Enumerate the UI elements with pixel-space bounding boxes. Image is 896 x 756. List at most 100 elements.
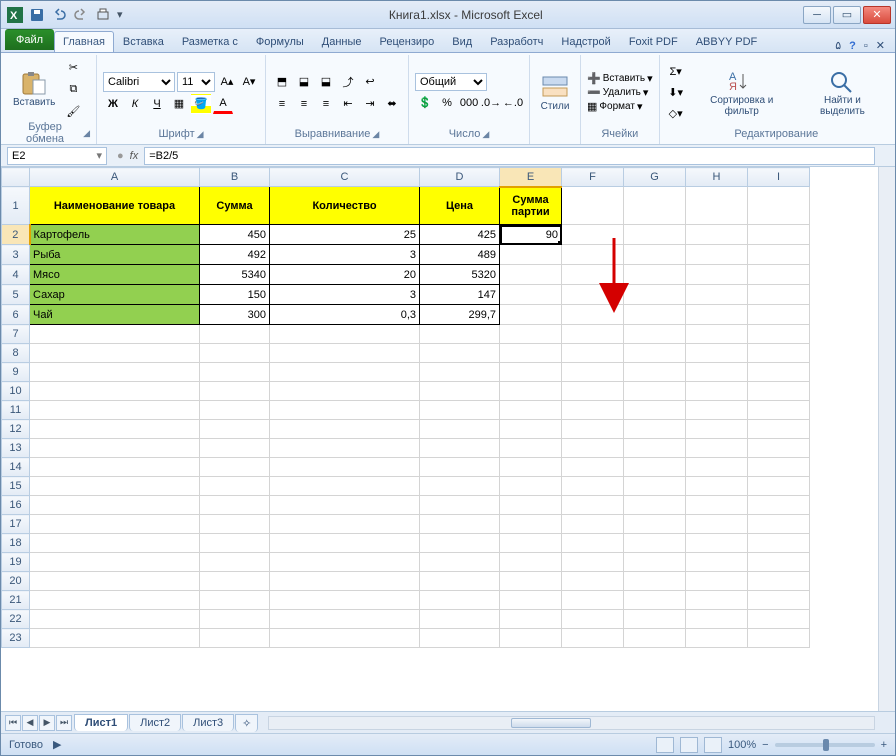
clear-icon[interactable]: ◇▾ bbox=[666, 104, 686, 124]
cell[interactable] bbox=[686, 629, 748, 648]
cell[interactable] bbox=[200, 382, 270, 401]
col-header-b[interactable]: B bbox=[200, 168, 270, 187]
spreadsheet-grid[interactable]: A B C D E F G H I 1 Наименование товара … bbox=[1, 167, 810, 648]
col-header-a[interactable]: A bbox=[30, 168, 200, 187]
styles-button[interactable]: Стили bbox=[536, 71, 574, 116]
tab-foxit[interactable]: Foxit PDF bbox=[620, 31, 687, 52]
row-header[interactable]: 20 bbox=[2, 572, 30, 591]
wrap-text-icon[interactable]: ↩ bbox=[360, 72, 380, 92]
cell[interactable] bbox=[500, 591, 562, 610]
cell[interactable] bbox=[748, 265, 810, 285]
cell[interactable] bbox=[624, 305, 686, 325]
cell[interactable] bbox=[420, 458, 500, 477]
cell[interactable] bbox=[562, 245, 624, 265]
cell[interactable] bbox=[500, 553, 562, 572]
cell[interactable] bbox=[30, 553, 200, 572]
cell[interactable] bbox=[30, 420, 200, 439]
mdi-close-icon[interactable]: ✕ bbox=[876, 39, 885, 52]
cell[interactable]: Количество bbox=[270, 187, 420, 225]
cell[interactable] bbox=[624, 458, 686, 477]
cell[interactable] bbox=[420, 610, 500, 629]
select-all-corner[interactable] bbox=[2, 168, 30, 187]
cell[interactable] bbox=[748, 285, 810, 305]
cell[interactable] bbox=[30, 439, 200, 458]
cell[interactable] bbox=[420, 382, 500, 401]
cell[interactable]: Мясо bbox=[30, 265, 200, 285]
italic-icon[interactable]: К bbox=[125, 94, 145, 114]
sheet-nav-first-icon[interactable]: ⏮ bbox=[5, 715, 21, 731]
cell[interactable]: 489 bbox=[420, 245, 500, 265]
fx-icon[interactable]: fx bbox=[130, 150, 139, 162]
align-left-icon[interactable]: ≡ bbox=[272, 94, 292, 114]
cell[interactable] bbox=[270, 420, 420, 439]
cell[interactable] bbox=[420, 325, 500, 344]
font-size-select[interactable]: 11 bbox=[177, 72, 215, 92]
cell[interactable] bbox=[748, 477, 810, 496]
cell[interactable]: 5320 bbox=[420, 265, 500, 285]
align-top-icon[interactable]: ⬒ bbox=[272, 72, 292, 92]
dec-decimal-icon[interactable]: ←.0 bbox=[503, 93, 523, 113]
close-button[interactable]: ✕ bbox=[863, 6, 891, 24]
cell[interactable] bbox=[686, 477, 748, 496]
cell[interactable] bbox=[624, 245, 686, 265]
cell[interactable] bbox=[200, 496, 270, 515]
cell[interactable] bbox=[686, 363, 748, 382]
fill-handle[interactable] bbox=[558, 241, 562, 245]
col-header-f[interactable]: F bbox=[562, 168, 624, 187]
cell[interactable] bbox=[500, 401, 562, 420]
cell[interactable] bbox=[562, 458, 624, 477]
cell[interactable] bbox=[200, 591, 270, 610]
cell[interactable] bbox=[624, 439, 686, 458]
sheet-nav-last-icon[interactable]: ⏭ bbox=[56, 715, 72, 731]
tab-formulas[interactable]: Формулы bbox=[247, 31, 313, 52]
col-header-e[interactable]: E bbox=[500, 168, 562, 187]
clipboard-launcher-icon[interactable]: ◢ bbox=[83, 128, 90, 139]
cell[interactable]: 425 bbox=[420, 225, 500, 245]
cell[interactable] bbox=[420, 420, 500, 439]
cell[interactable] bbox=[562, 225, 624, 245]
formula-input[interactable]: =B2/5 bbox=[144, 147, 875, 165]
cell[interactable]: 450 bbox=[200, 225, 270, 245]
cell[interactable] bbox=[562, 187, 624, 225]
cell[interactable] bbox=[30, 477, 200, 496]
cell[interactable] bbox=[200, 477, 270, 496]
cell[interactable] bbox=[562, 496, 624, 515]
cell[interactable] bbox=[686, 382, 748, 401]
cut-icon[interactable]: ✂ bbox=[63, 57, 83, 77]
cell[interactable] bbox=[686, 553, 748, 572]
cell[interactable] bbox=[500, 629, 562, 648]
cell[interactable]: 492 bbox=[200, 245, 270, 265]
cell[interactable] bbox=[748, 225, 810, 245]
cell[interactable] bbox=[500, 439, 562, 458]
cell[interactable] bbox=[686, 265, 748, 285]
row-header[interactable]: 17 bbox=[2, 515, 30, 534]
alignment-launcher-icon[interactable]: ◢ bbox=[372, 129, 379, 140]
cell[interactable] bbox=[748, 534, 810, 553]
cell[interactable] bbox=[748, 439, 810, 458]
font-name-select[interactable]: Calibri bbox=[103, 72, 175, 92]
cell[interactable] bbox=[624, 496, 686, 515]
cell[interactable] bbox=[500, 420, 562, 439]
macro-record-icon[interactable]: ▶ bbox=[53, 738, 61, 751]
cell[interactable] bbox=[30, 496, 200, 515]
cell[interactable] bbox=[420, 401, 500, 420]
cell[interactable]: Цена bbox=[420, 187, 500, 225]
cell[interactable]: 3 bbox=[270, 285, 420, 305]
cell[interactable] bbox=[562, 572, 624, 591]
cell[interactable] bbox=[686, 245, 748, 265]
cell[interactable] bbox=[420, 496, 500, 515]
autosum-icon[interactable]: Σ▾ bbox=[666, 62, 686, 82]
cell[interactable] bbox=[562, 477, 624, 496]
font-launcher-icon[interactable]: ◢ bbox=[197, 129, 204, 140]
underline-icon[interactable]: Ч bbox=[147, 94, 167, 114]
sheet-nav-next-icon[interactable]: ▶ bbox=[39, 715, 55, 731]
cell[interactable] bbox=[624, 325, 686, 344]
cell[interactable] bbox=[562, 382, 624, 401]
cell[interactable] bbox=[624, 420, 686, 439]
cell[interactable] bbox=[562, 344, 624, 363]
cell[interactable] bbox=[624, 344, 686, 363]
grow-font-icon[interactable]: A▴ bbox=[217, 72, 237, 92]
cell[interactable] bbox=[624, 225, 686, 245]
cell[interactable] bbox=[500, 344, 562, 363]
cell[interactable] bbox=[500, 363, 562, 382]
